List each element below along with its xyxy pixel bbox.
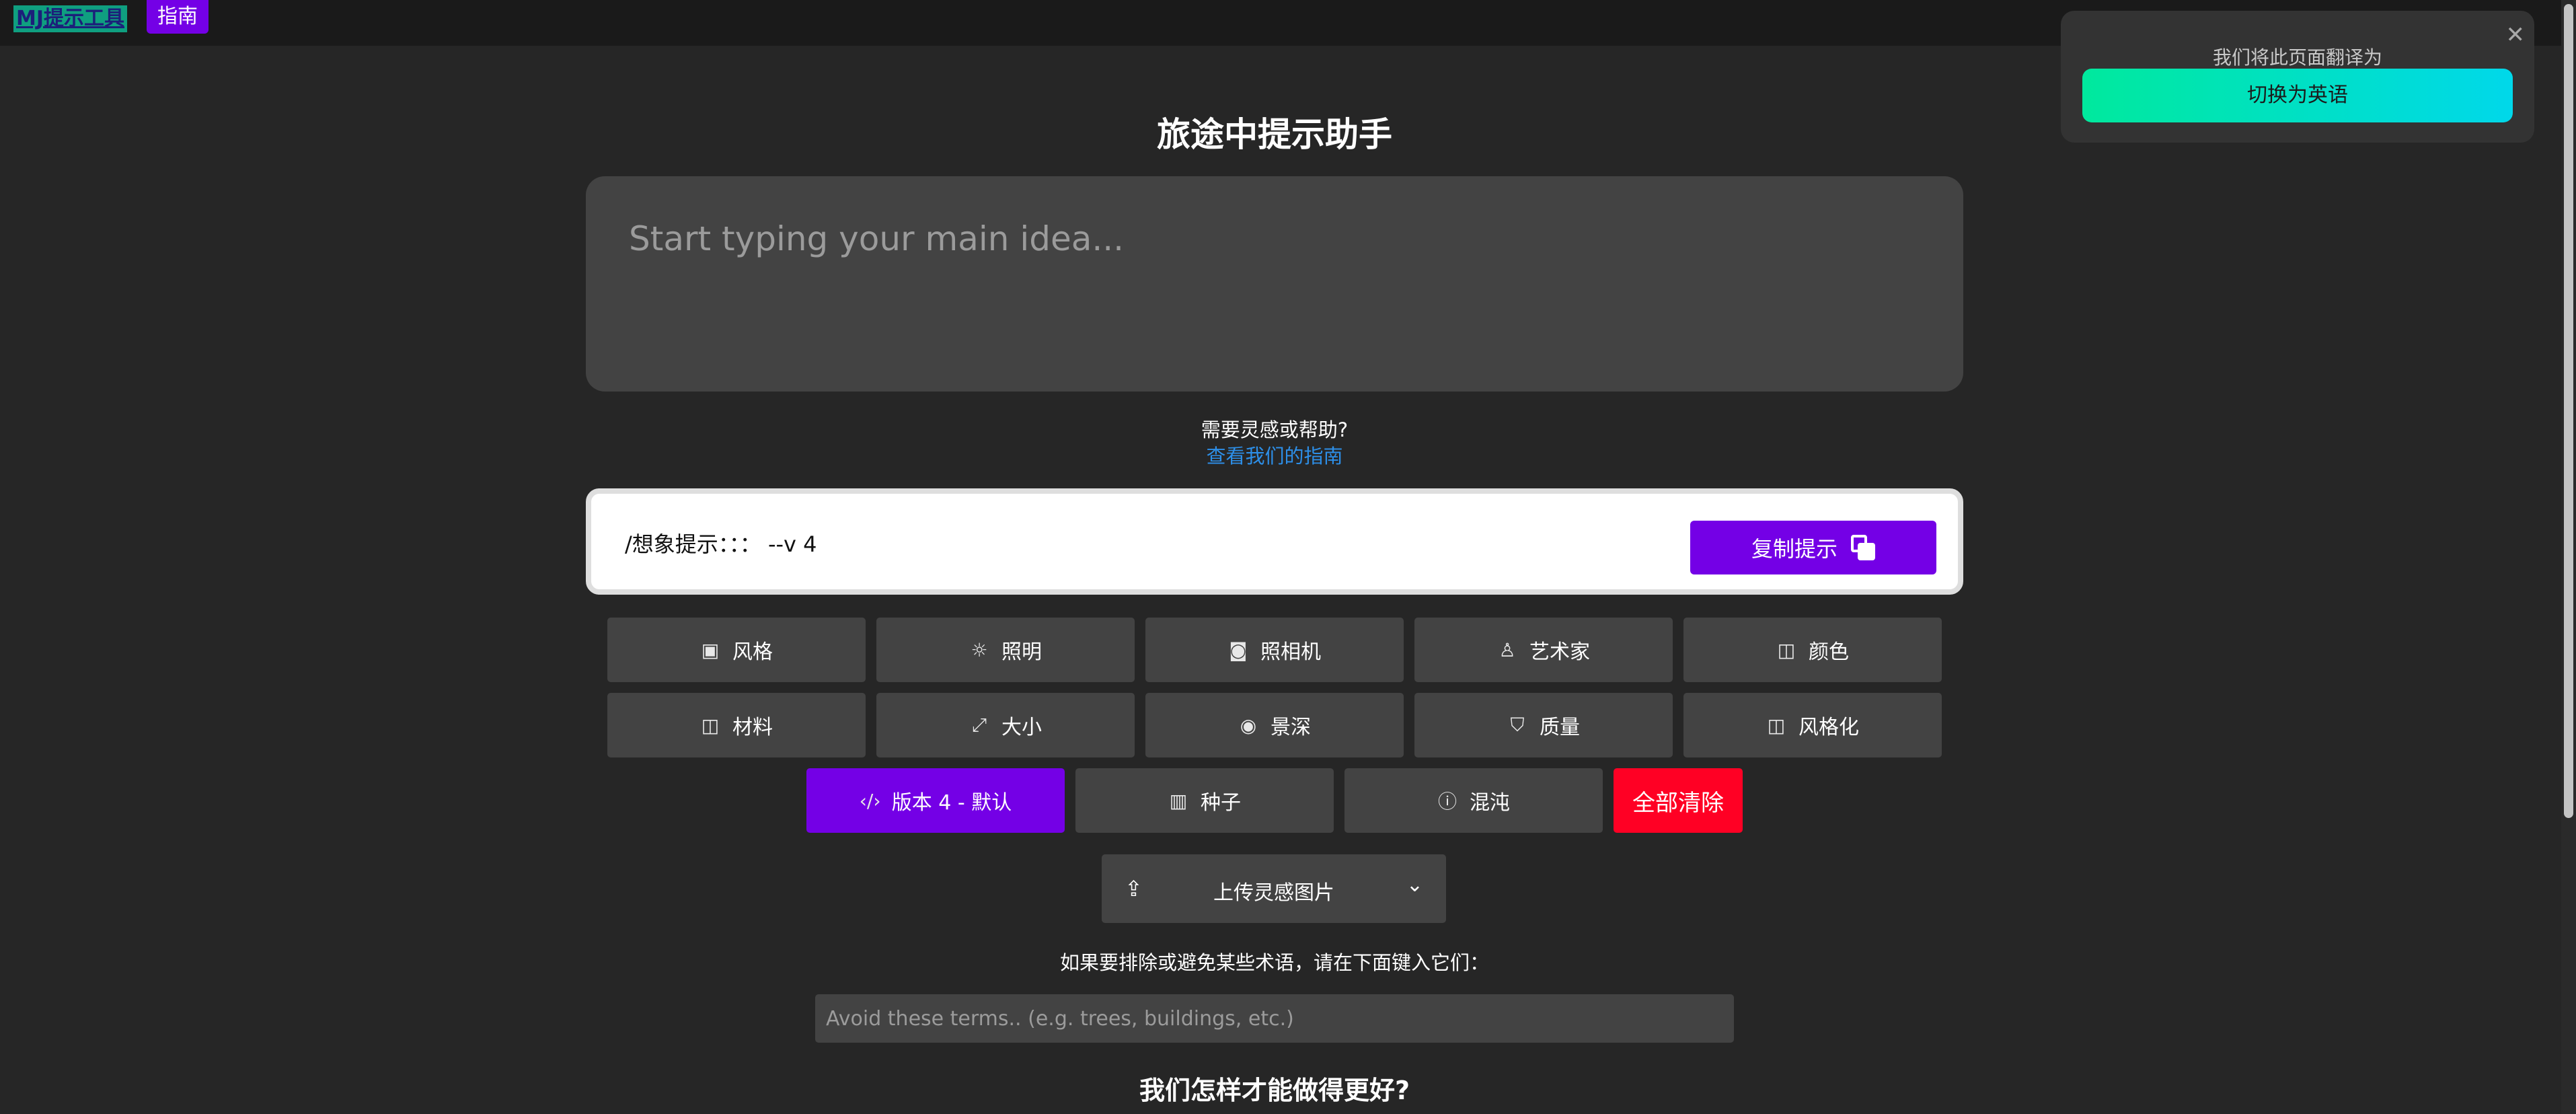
lighting-label: 照明 xyxy=(1001,640,1042,664)
exclude-terms-label: 如果要排除或避免某些术语，请在下面键入它们： xyxy=(1059,951,1489,974)
scrollbar[interactable] xyxy=(2561,0,2576,1114)
lightbulb-icon: ☼ xyxy=(971,638,988,661)
upload-label: 上传灵感图片 xyxy=(1213,881,1334,905)
lighting-button[interactable]: ☼ 照明 xyxy=(876,618,1135,682)
seed-label: 种子 xyxy=(1201,791,1241,815)
swatch-icon: ◫ xyxy=(701,714,720,737)
translate-popup: ✕ 我们将此页面翻译为 切换为英语 xyxy=(2061,11,2534,143)
upload-inspiration-dropdown[interactable]: ⇪ 上传灵感图片 ⌄ xyxy=(1102,854,1446,923)
camera-button[interactable]: ◙ 照相机 xyxy=(1145,618,1404,682)
version-button[interactable]: ‹/› 版本 4 - 默认 xyxy=(806,768,1065,833)
user-icon: ♙ xyxy=(1499,638,1516,661)
quality-button[interactable]: ⛉ 质量 xyxy=(1414,693,1673,757)
logo-link[interactable]: MJ提示工具 xyxy=(13,5,128,32)
copy-prompt-button[interactable]: 复制提示 xyxy=(1690,521,1936,574)
clear-all-button[interactable]: 全部清除 xyxy=(1614,768,1743,833)
shield-check-icon: ⛉ xyxy=(1510,714,1525,736)
exclude-terms-input[interactable] xyxy=(815,994,1734,1043)
page: MJ提示工具 指南 旅途中提示助手 需要灵感或帮助? 查看我们的指南 /想象提示… xyxy=(0,0,2576,1114)
artist-label: 艺术家 xyxy=(1529,640,1590,664)
alert-circle-icon: ⓘ xyxy=(1437,790,1457,813)
help-question: 需要灵感或帮助? xyxy=(1201,418,1349,441)
code-icon: ‹/› xyxy=(859,789,881,812)
chaos-label: 混沌 xyxy=(1470,791,1510,815)
quality-label: 质量 xyxy=(1540,716,1580,739)
style-button[interactable]: ▣ 风格 xyxy=(607,618,866,682)
size-label: 大小 xyxy=(1001,716,1042,739)
camera-label: 照相机 xyxy=(1260,640,1321,664)
version-label: 版本 4 - 默认 xyxy=(891,791,1012,815)
chaos-button[interactable]: ⓘ 混沌 xyxy=(1344,768,1603,833)
guide-link[interactable]: 查看我们的指南 xyxy=(0,441,2549,469)
prompt-text: /想象提示：：： --v 4 xyxy=(625,531,817,557)
main-idea-input[interactable] xyxy=(586,176,1963,392)
seed-icon: ▥ xyxy=(1169,789,1188,812)
copy-icon xyxy=(1851,535,1875,560)
copy-prompt-label: 复制提示 xyxy=(1751,536,1838,562)
feedback-heading: 我们怎样才能做得更好? xyxy=(1139,1076,1410,1105)
guide-button[interactable]: 指南 xyxy=(147,0,209,34)
material-button[interactable]: ◫ 材料 xyxy=(607,693,866,757)
depth-of-field-button[interactable]: ◉ 景深 xyxy=(1145,693,1404,757)
size-button[interactable]: ⤢ 大小 xyxy=(876,693,1135,757)
seed-button[interactable]: ▥ 种子 xyxy=(1075,768,1334,833)
artist-button[interactable]: ♙ 艺术家 xyxy=(1414,618,1673,682)
translate-message: 我们将此页面翻译为 xyxy=(2212,46,2382,69)
camera-icon: ◙ xyxy=(1229,638,1248,661)
palette-icon: ◫ xyxy=(1767,714,1786,737)
color-label: 颜色 xyxy=(1809,640,1849,664)
depth-of-field-label: 景深 xyxy=(1271,716,1311,739)
palette-icon: ◫ xyxy=(1777,638,1796,661)
stylize-button[interactable]: ◫ 风格化 xyxy=(1683,693,1942,757)
switch-to-english-button[interactable]: 切换为英语 xyxy=(2082,69,2513,122)
style-label: 风格 xyxy=(732,640,773,664)
color-button[interactable]: ◫ 颜色 xyxy=(1683,618,1942,682)
scrollbar-thumb[interactable] xyxy=(2564,4,2573,818)
stylize-label: 风格化 xyxy=(1798,716,1859,739)
image-icon: ▣ xyxy=(701,638,720,661)
chevron-down-icon: ⌄ xyxy=(1406,873,1423,897)
expand-icon: ⤢ xyxy=(971,714,987,736)
material-label: 材料 xyxy=(732,716,773,739)
eye-icon: ◉ xyxy=(1240,714,1257,737)
prompt-output: /想象提示：：： --v 4 复制提示 xyxy=(586,488,1963,595)
